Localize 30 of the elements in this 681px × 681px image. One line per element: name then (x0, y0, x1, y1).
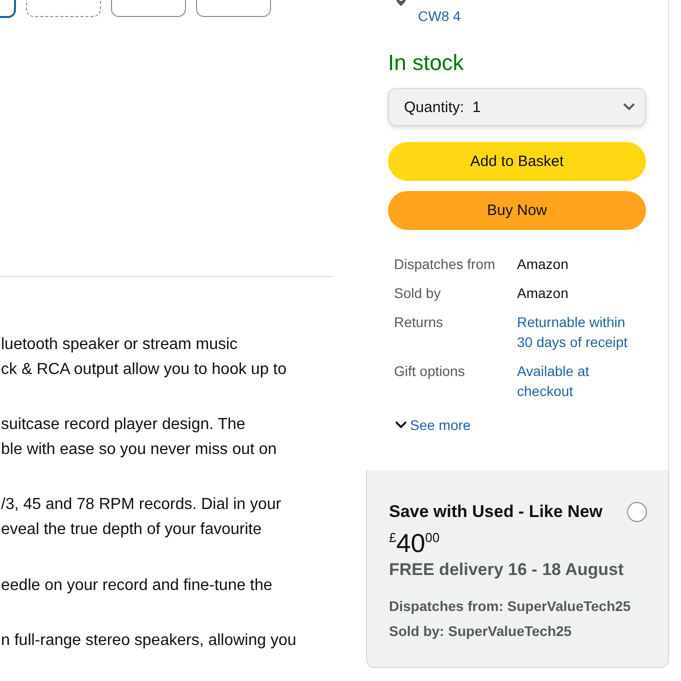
feature-text: eveal the true depth of your favourite (1, 520, 262, 540)
detail-link[interactable]: Available at checkout (517, 361, 642, 401)
detail-value: Amazon (517, 255, 570, 274)
detail-link[interactable]: Returnable within 30 days of receipt (517, 312, 642, 352)
offer-title: Save with Used - Like New (389, 502, 603, 522)
detail-label: Sold by (394, 284, 442, 303)
offer-radio[interactable] (627, 502, 647, 522)
stock-status: In stock (388, 50, 465, 77)
delivery-text: FREE delivery 16 - 18 August (389, 560, 625, 580)
feature-text: luetooth speaker or stream music (1, 335, 238, 355)
feature-text: /3, 45 and 78 RPM records. Dial in your (1, 495, 282, 515)
feature-text: ck & RCA output allow you to hook up to (1, 360, 286, 380)
delivery-location-link[interactable]: CW8 4 (388, 0, 646, 28)
offer-price: $^{£}$40$^{00}$ (389, 528, 440, 559)
chevron-down-icon (623, 103, 635, 111)
feature-text: ble with ease so you never miss out on (1, 440, 277, 460)
add-to-basket-button[interactable]: Add to Basket (388, 142, 646, 181)
quantity-dropdown[interactable]: Quantity: 1 (388, 88, 646, 126)
buy-now-button[interactable]: Buy Now (388, 191, 646, 230)
dispatches-text: Dispatches from: SuperValueTech25 (389, 597, 632, 616)
feature-text: eedle on your record and fine-tune the (1, 576, 272, 596)
chevron-down-icon (395, 421, 407, 429)
feature-text: suitcase record player design. The (1, 415, 246, 435)
detail-value: Amazon (517, 284, 570, 303)
see-more-link[interactable]: See more (395, 417, 471, 433)
detail-label: Returns (394, 313, 444, 332)
feature-text: n full-range stereo speakers, allowing you (1, 631, 296, 651)
detail-label: Gift options (394, 362, 466, 381)
detail-label: Dispatches from (394, 255, 496, 274)
seller-text: Sold by: SuperValueTech25 (389, 622, 573, 641)
